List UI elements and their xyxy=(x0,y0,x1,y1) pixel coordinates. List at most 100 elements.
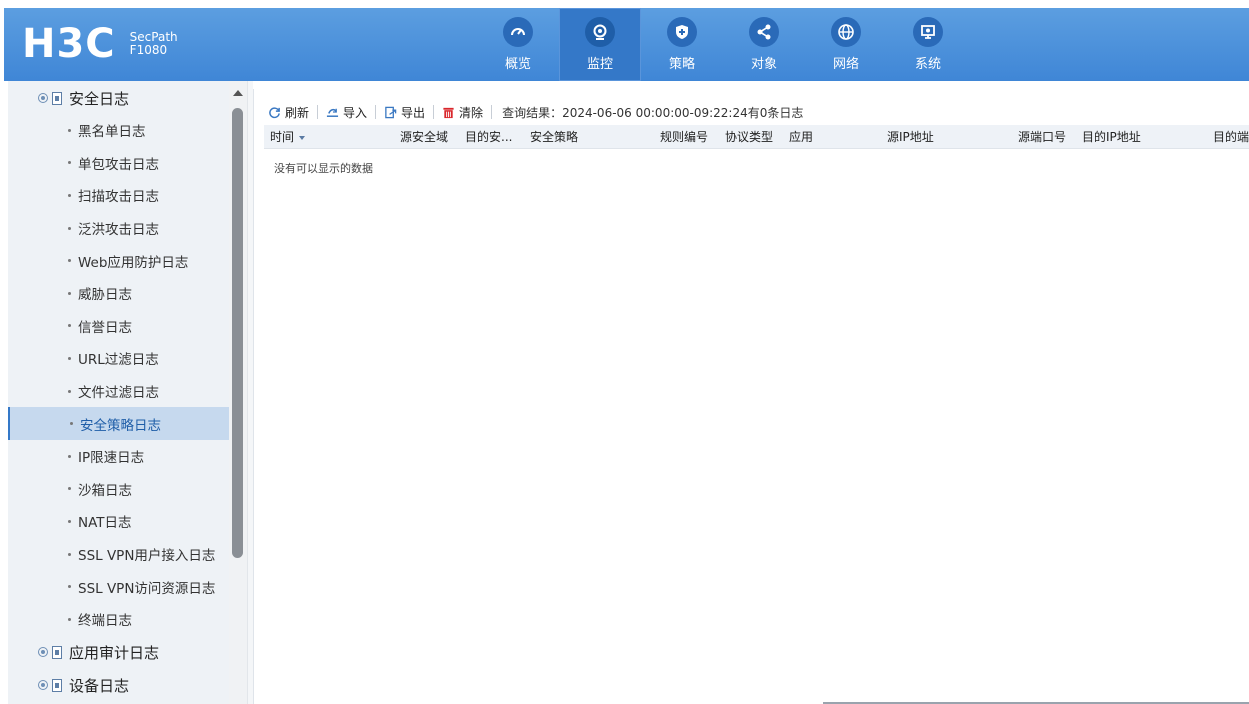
sort-arrow-icon[interactable] xyxy=(299,135,306,140)
tree-node-security-log[interactable]: 安全日志 xyxy=(8,82,229,114)
column-header-security-policy[interactable]: 安全策略 xyxy=(530,125,650,149)
nav-overview[interactable]: 概览 xyxy=(477,8,559,81)
column-header-source-zone[interactable]: 源安全域 xyxy=(400,125,460,149)
share-icon xyxy=(749,17,779,47)
tree-item-label: 单包攻击日志 xyxy=(78,156,159,173)
bullet-icon xyxy=(68,324,71,328)
bullet-icon xyxy=(68,291,71,295)
bullet-icon xyxy=(68,585,71,589)
tree-node-app-audit-log[interactable]: 应用审计日志 xyxy=(8,636,229,668)
column-header-application[interactable]: 应用 xyxy=(789,125,879,149)
column-header-dest-zone[interactable]: 目的安... xyxy=(465,125,525,149)
tree-node-label: 安全日志 xyxy=(69,89,130,108)
query-result-text: 查询结果：2024-06-06 00:00:00-09:22:24有0条日志 xyxy=(502,105,804,120)
tree-item-blacklist-log[interactable]: 黑名单日志 xyxy=(8,114,229,147)
empty-grid-message: 没有可以显示的数据 xyxy=(274,162,373,175)
nav-policy[interactable]: 策略 xyxy=(641,8,723,81)
bullet-icon xyxy=(68,454,71,458)
nav-label: 监控 xyxy=(586,57,613,72)
tree-node-device-log[interactable]: 设备日志 xyxy=(8,669,229,701)
tree-item-security-policy-log[interactable]: 安全策略日志 xyxy=(8,407,229,440)
clear-button[interactable]: 清除 xyxy=(442,104,483,121)
expand-toggle-icon[interactable] xyxy=(38,680,48,690)
tree-item-file-filter-log[interactable]: 文件过滤日志 xyxy=(8,375,229,408)
refresh-icon xyxy=(269,106,280,118)
tree-item-scan-attack-log[interactable]: 扫描攻击日志 xyxy=(8,179,229,212)
tree-item-waf-log[interactable]: Web应用防护日志 xyxy=(8,244,229,277)
expand-toggle-icon[interactable] xyxy=(38,93,48,103)
bullet-icon xyxy=(68,259,71,263)
tree-item-label: 扫描攻击日志 xyxy=(78,189,159,206)
refresh-label: 刷新 xyxy=(285,105,310,120)
bullet-icon xyxy=(68,128,71,132)
product-model: SecPath F1080 xyxy=(130,31,178,57)
tree-item-reputation-log[interactable]: 信誉日志 xyxy=(8,310,229,343)
nav-network[interactable]: 网络 xyxy=(805,8,887,81)
tree-node-label: 设备日志 xyxy=(69,676,130,695)
bullet-icon xyxy=(68,356,71,360)
tree-item-nat-log[interactable]: NAT日志 xyxy=(8,505,229,538)
column-header-time[interactable]: 时间 xyxy=(270,125,390,149)
nav-label: 概览 xyxy=(504,57,531,72)
tree-item-single-packet-attack-log[interactable]: 单包攻击日志 xyxy=(8,147,229,180)
bullet-icon xyxy=(68,487,71,491)
bullet-icon xyxy=(68,161,71,165)
scroll-up-arrow-icon[interactable] xyxy=(233,90,243,96)
column-header-rule-id[interactable]: 规则编号 xyxy=(660,125,722,149)
tree-item-label: 泛洪攻击日志 xyxy=(78,222,159,239)
tree-item-sandbox-log[interactable]: 沙箱日志 xyxy=(8,473,229,506)
tree-item-url-filter-log[interactable]: URL过滤日志 xyxy=(8,342,229,375)
tree-item-label: SSL VPN访问资源日志 xyxy=(78,580,216,597)
tree-item-threat-log[interactable]: 威胁日志 xyxy=(8,277,229,310)
tree-item-label: IP限速日志 xyxy=(78,450,145,467)
document-icon xyxy=(52,645,62,659)
column-header-protocol[interactable]: 协议类型 xyxy=(725,125,785,149)
tree-item-label: 信誉日志 xyxy=(78,319,132,336)
toolbar-divider xyxy=(375,105,377,119)
document-icon xyxy=(52,678,62,692)
tree-item-flood-attack-log[interactable]: 泛洪攻击日志 xyxy=(8,212,229,245)
globe-icon xyxy=(831,17,861,47)
nav-label: 策略 xyxy=(668,57,695,72)
refresh-button[interactable]: 刷新 xyxy=(268,104,309,121)
tree-item-ip-rate-limit-log[interactable]: IP限速日志 xyxy=(8,440,229,473)
import-icon xyxy=(326,108,339,117)
column-label: 时间 xyxy=(270,130,295,144)
sidebar-tree: 安全日志 黑名单日志 单包攻击日志 扫描攻击日志 泛洪攻击日志 Web应用防护日… xyxy=(8,81,229,704)
nav-monitor[interactable]: 监控 xyxy=(559,8,641,81)
bullet-icon xyxy=(68,617,71,621)
nav-system[interactable]: 系统 xyxy=(887,8,969,81)
tree-item-sslvpn-user-access-log[interactable]: SSL VPN用户接入日志 xyxy=(8,538,229,571)
import-button[interactable]: 导入 xyxy=(326,104,367,121)
column-header-source-ip[interactable]: 源IP地址 xyxy=(887,125,1007,149)
column-header-dest-port[interactable]: 目的端 xyxy=(1213,125,1249,149)
nav-label: 系统 xyxy=(914,57,941,72)
top-header: H3C SecPath F1080 概览 监控 策略 对象 网络 系统 xyxy=(4,8,1249,81)
tree-item-label: 终端日志 xyxy=(78,613,132,630)
expand-toggle-icon[interactable] xyxy=(38,647,48,657)
column-header-source-port[interactable]: 源端口号 xyxy=(1018,125,1080,149)
sidebar-scroll-thumb[interactable] xyxy=(232,108,243,558)
tree-item-label: 安全策略日志 xyxy=(80,417,161,434)
tree-item-label: URL过滤日志 xyxy=(78,352,159,369)
nav-objects[interactable]: 对象 xyxy=(723,8,805,81)
bullet-icon xyxy=(68,226,71,230)
toolbar-divider xyxy=(491,105,493,119)
log-table-header: 时间 源安全域 目的安... 安全策略 规则编号 协议类型 应用 源IP地址 源… xyxy=(264,125,1249,149)
document-icon xyxy=(52,91,62,105)
bullet-icon xyxy=(68,193,71,197)
shield-icon xyxy=(667,17,697,47)
bullet-icon xyxy=(68,389,71,393)
nav-label: 网络 xyxy=(832,57,859,72)
export-button[interactable]: 导出 xyxy=(384,104,425,121)
logo: H3C SecPath F1080 xyxy=(22,22,178,66)
tree-item-label: NAT日志 xyxy=(78,515,132,532)
tree-item-label: 黑名单日志 xyxy=(78,124,146,141)
webcam-icon xyxy=(585,17,615,47)
tree-item-terminal-log[interactable]: 终端日志 xyxy=(8,603,229,636)
tree-item-sslvpn-resource-access-log[interactable]: SSL VPN访问资源日志 xyxy=(8,570,229,603)
column-header-dest-ip[interactable]: 目的IP地址 xyxy=(1082,125,1202,149)
product-model-number: F1080 xyxy=(129,43,168,57)
monitor-icon xyxy=(913,17,943,47)
gauge-icon xyxy=(503,17,533,47)
